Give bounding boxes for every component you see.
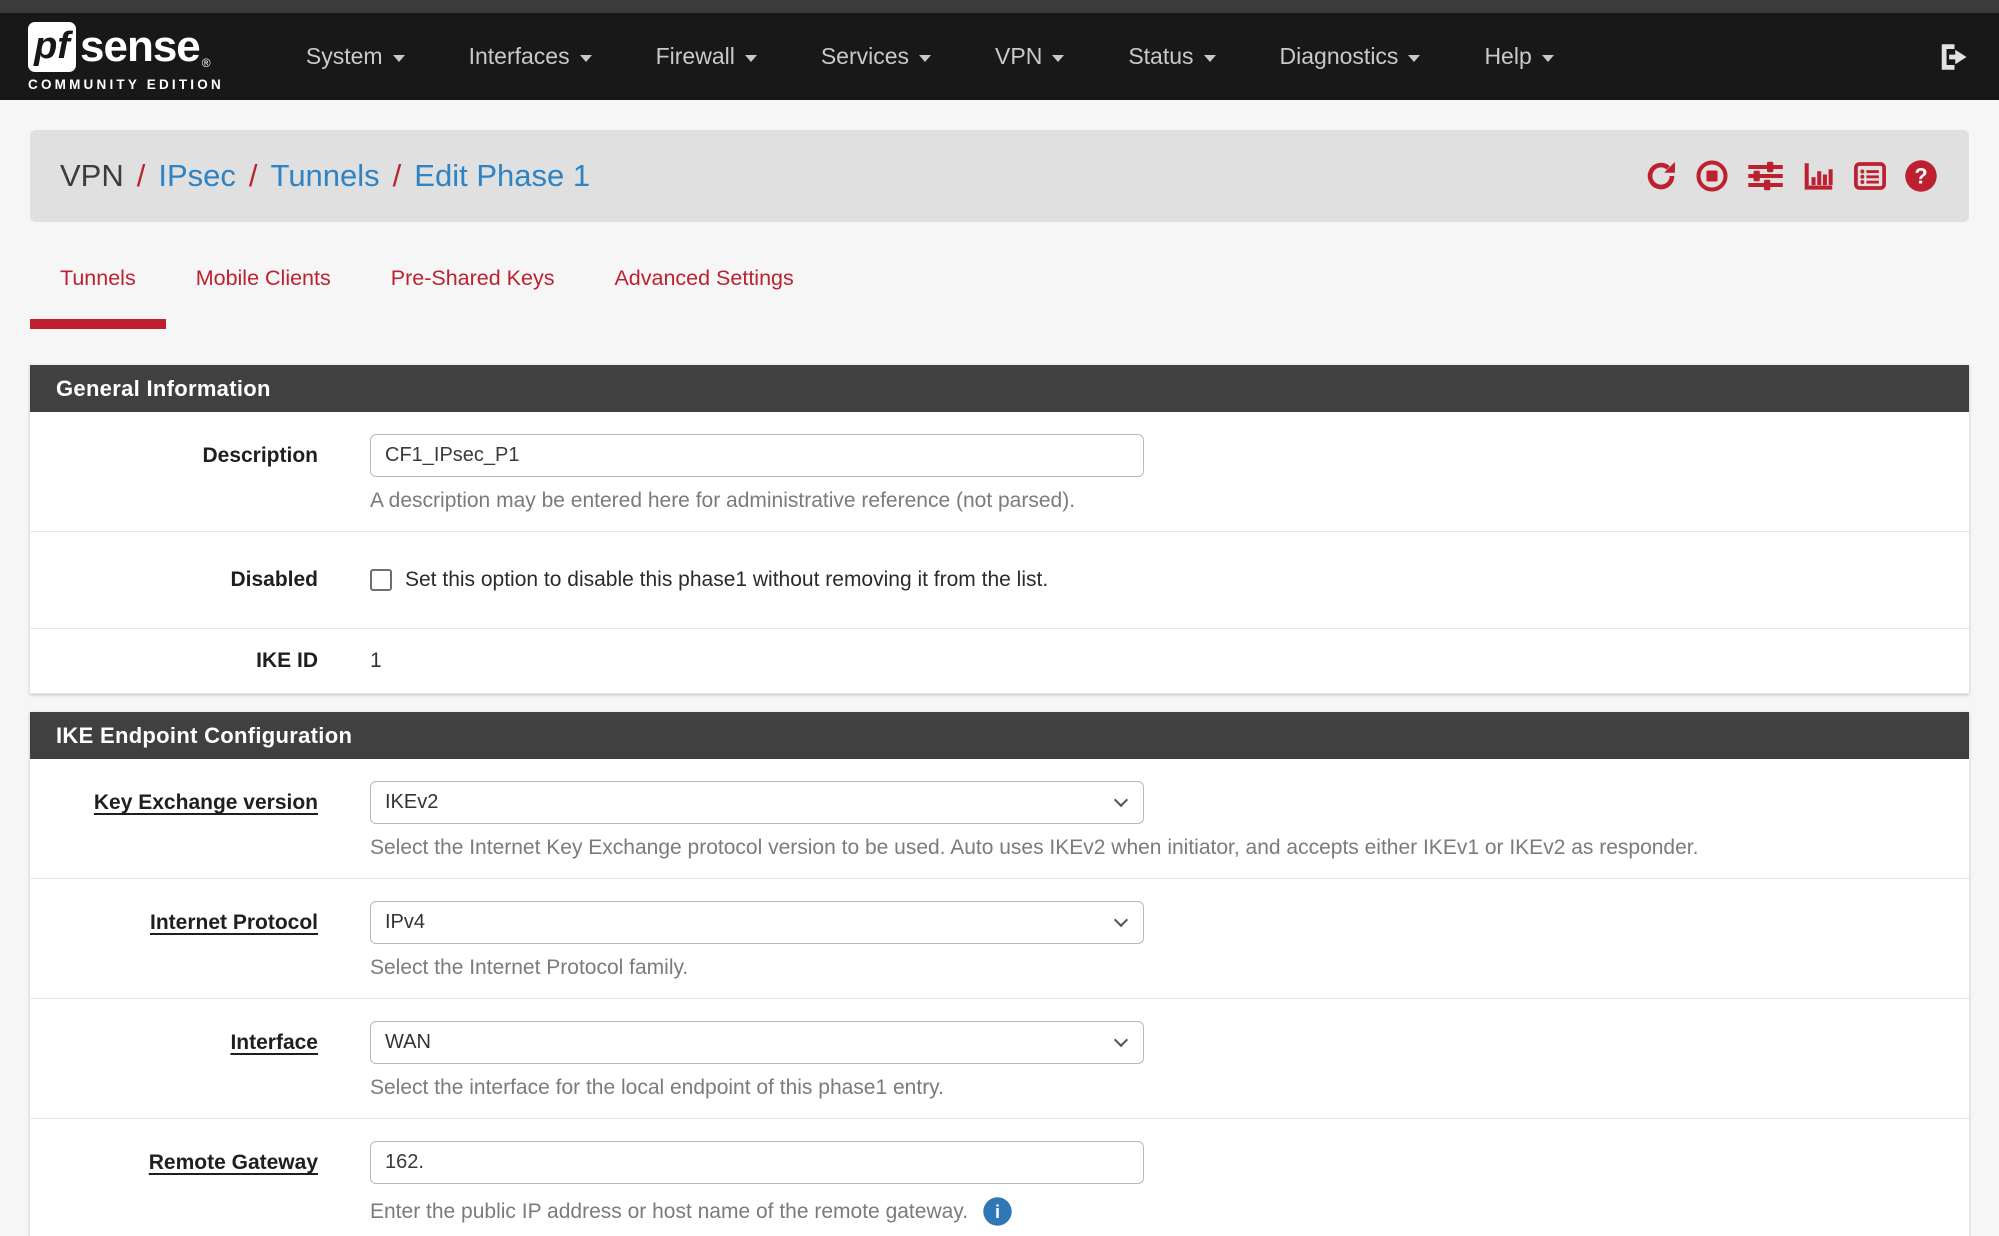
nav-label: Interfaces <box>469 43 570 70</box>
pf-logo-box: pf <box>28 22 76 72</box>
internet-protocol-row: Internet Protocol IPv4 Select the Intern… <box>30 879 1969 999</box>
breadcrumb: VPN / IPsec / Tunnels / Edit Phase 1 <box>60 158 590 194</box>
field-help: Select the interface for the local endpo… <box>370 1076 1969 1100</box>
log-icon[interactable] <box>1852 158 1888 194</box>
nav-help[interactable]: Help <box>1452 43 1585 70</box>
nav-services[interactable]: Services <box>789 43 963 70</box>
main-menu: System Interfaces Firewall Services VPN … <box>274 43 1586 70</box>
breadcrumb-bar: VPN / IPsec / Tunnels / Edit Phase 1 <box>30 130 1969 222</box>
field-help: Enter the public IP address or host name… <box>370 1200 968 1224</box>
tab-advanced-settings[interactable]: Advanced Settings <box>584 256 823 329</box>
caret-down-icon <box>1542 55 1554 62</box>
ike-endpoint-configuration-panel: IKE Endpoint Configuration Key Exchange … <box>30 712 1969 1236</box>
brand-subtitle: COMMUNITY EDITION <box>28 77 224 92</box>
breadcrumb-vpn: VPN <box>60 158 124 194</box>
field-label: Key Exchange version <box>30 781 318 860</box>
ike-id-value: 1 <box>370 649 1969 673</box>
caret-down-icon <box>1408 55 1420 62</box>
breadcrumb-separator: / <box>393 158 402 194</box>
field-label: Remote Gateway <box>30 1141 318 1227</box>
tab-tunnels[interactable]: Tunnels <box>30 256 166 329</box>
nav-system[interactable]: System <box>274 43 437 70</box>
info-icon[interactable]: i <box>982 1196 1013 1227</box>
nav-label: Firewall <box>656 43 735 70</box>
field-help: A description may be entered here for ad… <box>370 489 1969 513</box>
field-help: Select the Internet Protocol family. <box>370 956 1969 980</box>
tab-bar: Tunnels Mobile Clients Pre-Shared Keys A… <box>30 256 1969 329</box>
nav-label: Diagnostics <box>1280 43 1399 70</box>
caret-down-icon <box>1052 55 1064 62</box>
pf-logo-text: pf <box>34 25 70 68</box>
nav-label: Status <box>1128 43 1193 70</box>
disabled-checkbox[interactable] <box>370 569 392 591</box>
field-help: Select the Internet Key Exchange protoco… <box>370 836 1969 860</box>
disabled-row: Disabled Set this option to disable this… <box>30 532 1969 629</box>
nav-label: VPN <box>995 43 1042 70</box>
chevron-down-icon <box>1114 913 1128 927</box>
remote-gateway-input[interactable] <box>370 1141 1144 1184</box>
svg-text:i: i <box>995 1202 1000 1222</box>
ike-id-row: IKE ID 1 <box>30 629 1969 694</box>
field-label: Disabled <box>30 568 318 592</box>
page-action-icons: ? <box>1643 158 1939 194</box>
breadcrumb-edit-phase-1[interactable]: Edit Phase 1 <box>414 158 590 194</box>
caret-down-icon <box>580 55 592 62</box>
key-exchange-version-row: Key Exchange version IKEv2 Select the In… <box>30 759 1969 879</box>
field-label: Interface <box>30 1021 318 1100</box>
tab-pre-shared-keys[interactable]: Pre-Shared Keys <box>361 256 585 329</box>
nav-label: System <box>306 43 383 70</box>
general-information-panel: General Information Description A descri… <box>30 365 1969 694</box>
chevron-down-icon <box>1114 793 1128 807</box>
panel-title: IKE Endpoint Configuration <box>30 712 1969 759</box>
breadcrumb-separator: / <box>249 158 258 194</box>
nav-interfaces[interactable]: Interfaces <box>437 43 624 70</box>
select-value: IKEv2 <box>385 791 438 814</box>
navbar-top-strip <box>0 0 1999 13</box>
tab-mobile-clients[interactable]: Mobile Clients <box>166 256 361 329</box>
nav-diagnostics[interactable]: Diagnostics <box>1248 43 1453 70</box>
registered-mark: ® <box>202 54 211 72</box>
brand-name: sense <box>80 22 200 72</box>
top-navbar: pf sense ® COMMUNITY EDITION System Inte… <box>0 0 1999 100</box>
breadcrumb-ipsec[interactable]: IPsec <box>158 158 236 194</box>
key-exchange-version-select[interactable]: IKEv2 <box>370 781 1144 824</box>
remote-gateway-row: Remote Gateway Enter the public IP addre… <box>30 1119 1969 1236</box>
internet-protocol-select[interactable]: IPv4 <box>370 901 1144 944</box>
bar-chart-icon[interactable] <box>1801 158 1837 194</box>
select-value: WAN <box>385 1031 431 1054</box>
nav-status[interactable]: Status <box>1096 43 1247 70</box>
stop-icon[interactable] <box>1694 158 1730 194</box>
caret-down-icon <box>745 55 757 62</box>
field-label: Description <box>30 434 318 513</box>
description-input[interactable] <box>370 434 1144 477</box>
sign-out-icon[interactable] <box>1935 39 1971 75</box>
select-value: IPv4 <box>385 911 425 934</box>
caret-down-icon <box>393 55 405 62</box>
chevron-down-icon <box>1114 1033 1128 1047</box>
interface-select[interactable]: WAN <box>370 1021 1144 1064</box>
breadcrumb-separator: / <box>137 158 146 194</box>
field-label: IKE ID <box>30 649 318 673</box>
field-label: Internet Protocol <box>30 901 318 980</box>
nav-firewall[interactable]: Firewall <box>624 43 789 70</box>
interface-row: Interface WAN Select the interface for t… <box>30 999 1969 1119</box>
svg-text:?: ? <box>1914 164 1927 189</box>
nav-label: Help <box>1484 43 1531 70</box>
panel-title: General Information <box>30 365 1969 412</box>
pfsense-logo[interactable]: pf sense ® COMMUNITY EDITION <box>28 22 224 92</box>
refresh-icon[interactable] <box>1643 158 1679 194</box>
help-icon[interactable]: ? <box>1903 158 1939 194</box>
caret-down-icon <box>1204 55 1216 62</box>
caret-down-icon <box>919 55 931 62</box>
nav-vpn[interactable]: VPN <box>963 43 1096 70</box>
sliders-icon[interactable] <box>1745 158 1786 194</box>
description-row: Description A description may be entered… <box>30 412 1969 532</box>
breadcrumb-tunnels[interactable]: Tunnels <box>271 158 380 194</box>
nav-label: Services <box>821 43 909 70</box>
checkbox-label: Set this option to disable this phase1 w… <box>405 568 1048 592</box>
